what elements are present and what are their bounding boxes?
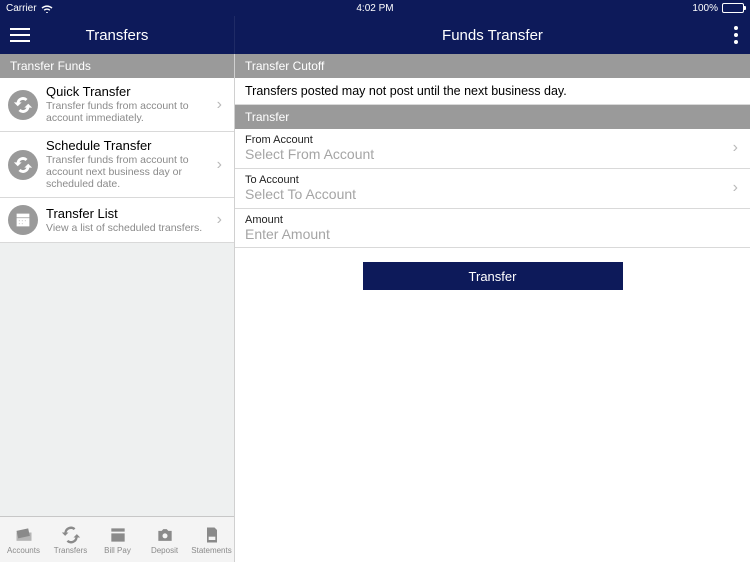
carrier-label: Carrier [6, 3, 37, 14]
wifi-icon [41, 4, 53, 13]
tab-label: Bill Pay [104, 546, 131, 555]
chevron-right-icon: › [213, 211, 226, 229]
tab-deposit[interactable]: Deposit [141, 517, 188, 562]
sidebar: Transfer Funds Quick Transfer Transfer f… [0, 54, 235, 562]
app-frame: Carrier 4:02 PM 100% Transfers Funds Tra… [0, 0, 750, 562]
cutoff-header: Transfer Cutoff [235, 54, 750, 78]
document-icon [202, 525, 222, 545]
field-label: From Account [245, 134, 740, 146]
transfer-icon [61, 525, 81, 545]
more-button[interactable] [734, 26, 738, 44]
transfer-header: Transfer [235, 105, 750, 129]
tab-accounts[interactable]: Accounts [0, 517, 47, 562]
tab-billpay[interactable]: Bill Pay [94, 517, 141, 562]
field-label: To Account [245, 174, 740, 186]
tab-label: Statements [191, 546, 231, 555]
sidebar-title: Transfers [0, 27, 234, 44]
sidebar-item-desc: Transfer funds from account to account i… [46, 100, 213, 124]
clock: 4:02 PM [356, 3, 393, 14]
battery-label: 100% [692, 3, 718, 14]
sidebar-item-desc: Transfer funds from account to account n… [46, 154, 213, 190]
chevron-right-icon: › [213, 156, 226, 174]
field-value: Select From Account [245, 146, 740, 163]
tab-label: Accounts [7, 546, 40, 555]
sidebar-item-desc: View a list of scheduled transfers. [46, 222, 213, 234]
transfer-icon [8, 90, 38, 120]
cutoff-message: Transfers posted may not post until the … [235, 78, 750, 105]
transfer-icon [8, 150, 38, 180]
field-label: Amount [245, 214, 740, 226]
tab-transfers[interactable]: Transfers [47, 517, 94, 562]
sidebar-item-label: Transfer List [46, 207, 213, 222]
amount-field[interactable]: Amount Enter Amount [235, 209, 750, 249]
card-icon [14, 525, 34, 545]
sidebar-item-label: Quick Transfer [46, 85, 213, 100]
tab-label: Deposit [151, 546, 178, 555]
to-account-field[interactable]: To Account Select To Account › [235, 169, 750, 209]
chevron-right-icon: › [213, 96, 226, 114]
sidebar-item-transfer-list[interactable]: Transfer List View a list of scheduled t… [0, 198, 234, 243]
chevron-right-icon: › [729, 179, 742, 197]
status-bar: Carrier 4:02 PM 100% [0, 0, 750, 16]
nav-bar: Transfers Funds Transfer [0, 16, 750, 54]
from-account-field[interactable]: From Account Select From Account › [235, 129, 750, 169]
battery-icon [722, 3, 744, 13]
field-value: Select To Account [245, 186, 740, 203]
camera-icon [155, 525, 175, 545]
sidebar-item-schedule-transfer[interactable]: Schedule Transfer Transfer funds from ac… [0, 132, 234, 198]
field-value: Enter Amount [245, 226, 740, 243]
sidebar-item-quick-transfer[interactable]: Quick Transfer Transfer funds from accou… [0, 78, 234, 132]
tab-statements[interactable]: Statements [188, 517, 235, 562]
chevron-right-icon: › [729, 139, 742, 157]
sidebar-section-header: Transfer Funds [0, 54, 234, 78]
calendar-icon [8, 205, 38, 235]
tab-label: Transfers [54, 546, 88, 555]
tab-bar: Accounts Transfers Bill Pay Deposit Stat… [0, 516, 234, 562]
transfer-button[interactable]: Transfer [363, 262, 623, 290]
page-title: Funds Transfer [235, 27, 750, 44]
calendar-icon [108, 525, 128, 545]
sidebar-item-label: Schedule Transfer [46, 139, 213, 154]
main-panel: Transfer Cutoff Transfers posted may not… [235, 54, 750, 562]
menu-button[interactable] [10, 28, 30, 42]
